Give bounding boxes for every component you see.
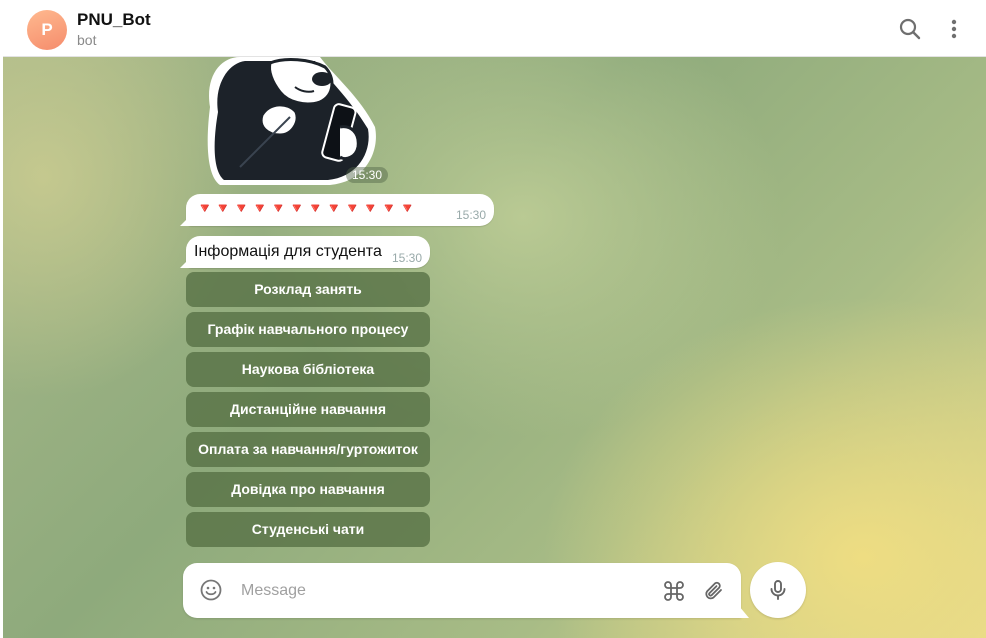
chat-status: bot (77, 32, 97, 48)
message-text: Інформація для студента (194, 243, 382, 260)
command-icon[interactable] (662, 579, 686, 603)
message-bubble-arrows[interactable]: 🔻🔻🔻🔻🔻🔻🔻🔻🔻🔻🔻🔻 15:30 (186, 194, 494, 226)
message-timestamp: 15:30 (455, 208, 486, 222)
emoji-icon[interactable] (199, 578, 223, 602)
keyboard-button-certificate[interactable]: Довідка про навчання (186, 472, 430, 507)
keyboard-button-study-calendar[interactable]: Графік навчального процесу (186, 312, 430, 347)
chat-background (3, 57, 986, 638)
message-timestamp: 15:30 (391, 251, 422, 265)
keyboard-button-schedule[interactable]: Розклад занять (186, 272, 430, 307)
keyboard-button-payment[interactable]: Оплата за навчання/гуртожиток (186, 432, 430, 467)
microphone-icon[interactable] (750, 562, 806, 618)
message-bubble-info[interactable]: Інформація для студента 15:30 (186, 236, 430, 268)
keyboard-button-library[interactable]: Наукова бібліотека (186, 352, 430, 387)
avatar[interactable]: P (27, 10, 67, 50)
message-input[interactable] (239, 577, 623, 605)
search-icon[interactable] (897, 16, 923, 42)
paperclip-icon[interactable] (702, 579, 726, 603)
sticker-timestamp: 15:30 (346, 167, 389, 183)
keyboard-button-distance-learning[interactable]: Дистанційне навчання (186, 392, 430, 427)
message-composer (183, 563, 741, 618)
keyboard-button-student-chats[interactable]: Студенські чати (186, 512, 430, 547)
message-text: 🔻🔻🔻🔻🔻🔻🔻🔻🔻🔻🔻🔻 (196, 200, 418, 216)
chat-title[interactable]: PNU_Bot (77, 10, 151, 30)
chat-header: P PNU_Bot bot (3, 0, 986, 57)
more-vertical-icon[interactable] (941, 16, 967, 42)
